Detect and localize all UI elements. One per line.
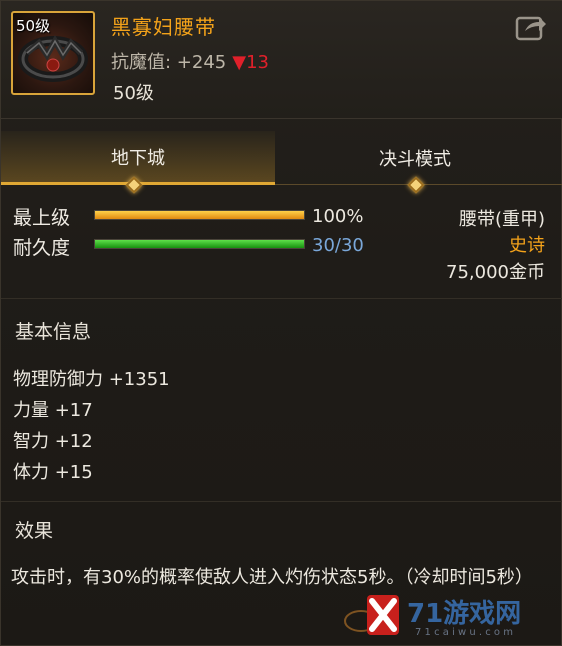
effect-title: 效果	[15, 520, 54, 542]
tab-dungeon[interactable]: 地下城	[1, 131, 275, 185]
item-level: 50级	[113, 83, 154, 104]
resist-change: ▼13	[232, 52, 269, 73]
divider	[1, 501, 562, 502]
divider	[1, 298, 562, 299]
durability-bar-value: 30/30	[312, 235, 364, 256]
resist-value: 抗魔值: +245 ▼13	[111, 48, 269, 74]
watermark-logo: 71游戏网 7 1 c a i w u . c o m	[341, 591, 556, 643]
basic-info-title: 基本信息	[15, 321, 92, 343]
level-bar-fill	[95, 211, 304, 219]
share-button[interactable]	[515, 13, 547, 41]
watermark-sub: 7 1 c a i w u . c o m	[415, 627, 513, 638]
stat-vitality: 体力 +15	[13, 462, 93, 483]
resist-label: 抗魔值: +245	[111, 52, 227, 73]
item-rarity: 史诗	[509, 235, 545, 256]
item-level-badge: 50级	[16, 17, 51, 35]
item-icon: 50级	[11, 11, 95, 95]
share-icon	[515, 16, 546, 41]
tab-pvp-label: 决斗模式	[379, 149, 451, 170]
tab-dungeon-label: 地下城	[111, 147, 165, 169]
effect-text: 攻击时，有30%的概率使敌人进入灼伤状态5秒。（冷却时间5秒）	[11, 567, 533, 588]
down-arrow-icon: ▼	[232, 52, 247, 73]
watermark-x-icon	[344, 595, 399, 635]
stat-strength: 力量 +17	[13, 400, 93, 421]
level-bar	[94, 210, 305, 220]
level-bar-label: 最上级	[13, 207, 71, 229]
mode-tabs: 地下城 决斗模式	[1, 131, 562, 185]
item-tooltip: 50级 黑寡妇腰带 抗魔值: +245 ▼13 50级 地下城 决斗模式 最上级 …	[0, 0, 562, 646]
item-type: 腰带(重甲)	[458, 209, 545, 230]
durability-bar-label: 耐久度	[13, 237, 71, 259]
watermark-title: 71游戏网	[407, 599, 522, 629]
item-header: 50级 黑寡妇腰带 抗魔值: +245 ▼13 50级	[1, 1, 562, 119]
item-name: 黑寡妇腰带	[111, 15, 216, 39]
stat-intelligence: 智力 +12	[13, 431, 93, 452]
item-price: 75,000金币	[446, 262, 545, 283]
level-bar-value: 100%	[312, 206, 364, 227]
durability-bar	[94, 239, 305, 249]
durability-bar-fill	[95, 240, 304, 248]
stat-physical-defense: 物理防御力 +1351	[13, 369, 170, 390]
resist-change-value: 13	[246, 52, 269, 73]
